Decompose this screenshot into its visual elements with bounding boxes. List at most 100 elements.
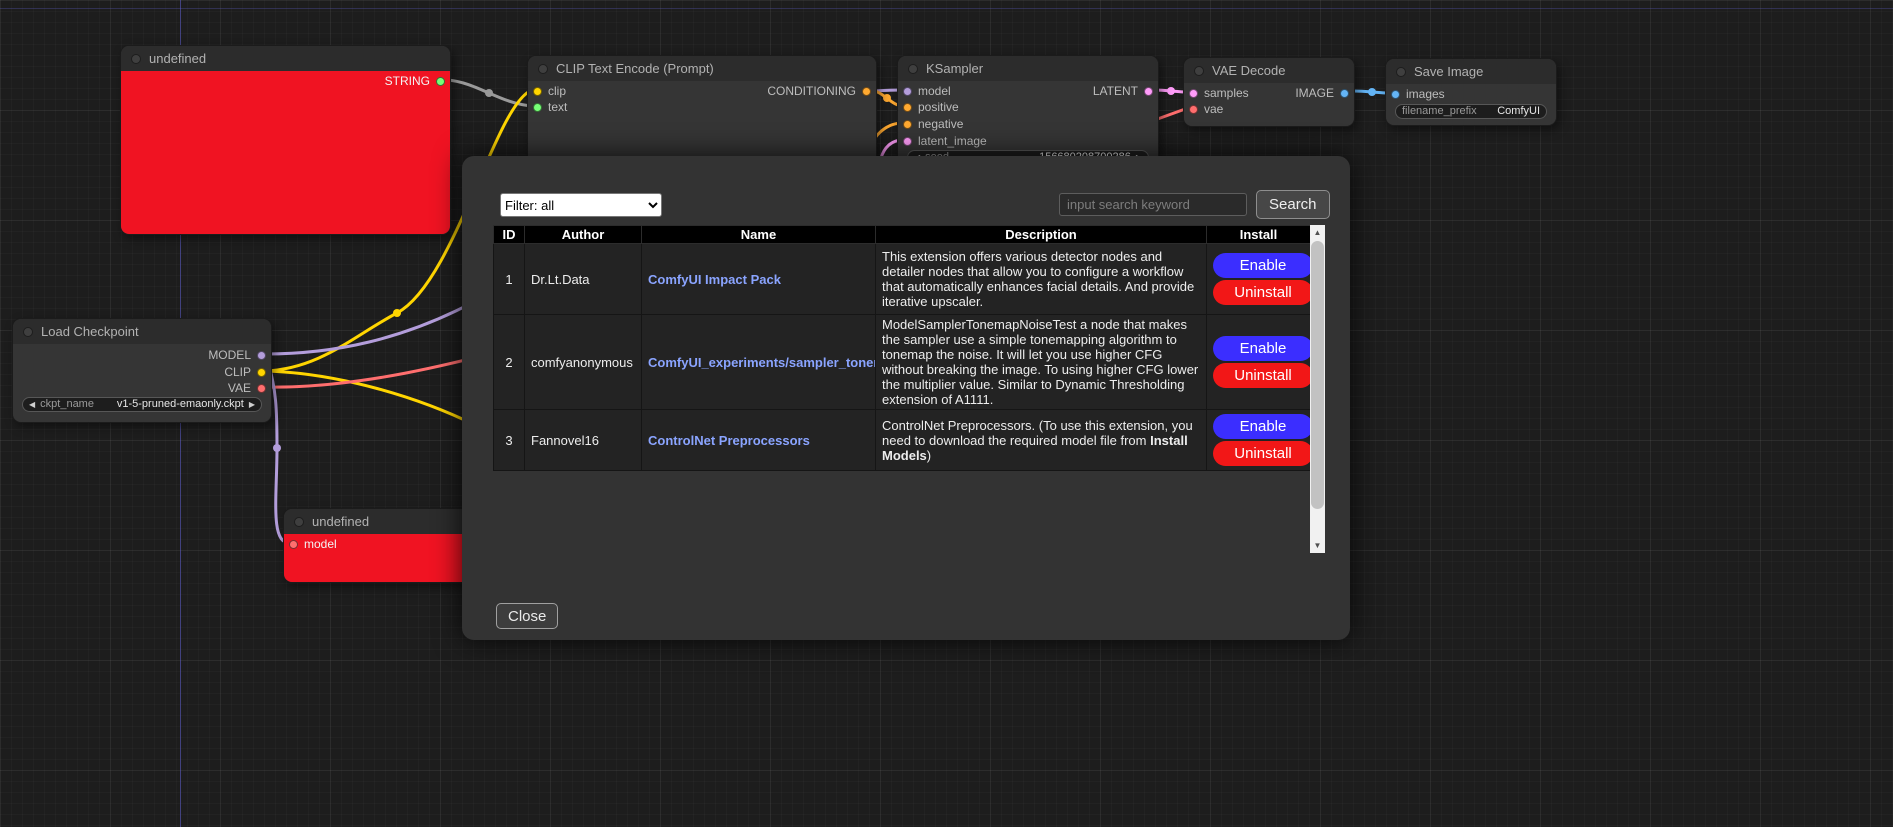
output-dot-conditioning[interactable] [862,87,871,96]
widget-label: filename_prefix [1402,105,1477,118]
node-collapse-dot[interactable] [131,54,141,64]
input-dot-negative[interactable] [903,120,912,129]
custom-nodes-table: ID Author Name Description Install 1 Dr.… [493,225,1311,471]
node-body [121,71,450,234]
node-save-image[interactable]: Save Image images filename_prefix ComfyU… [1385,58,1557,126]
ext-name-link[interactable]: ComfyUI Impact Pack [648,272,781,287]
ext-description: ControlNet Preprocessors. (To use this e… [876,410,1207,471]
node-collapse-dot[interactable] [1194,66,1204,76]
input-label: vae [1204,102,1223,116]
link-dot-latent [1167,87,1175,95]
prev-arrow-icon[interactable]: ◀ [29,398,35,411]
output-label: IMAGE [1295,86,1334,100]
node-title-text: CLIP Text Encode (Prompt) [556,61,714,76]
ext-author: Fannovel16 [525,410,642,471]
node-collapse-dot[interactable] [538,64,548,74]
input-label: images [1406,87,1445,101]
node-collapse-dot[interactable] [23,327,33,337]
ext-name-link[interactable]: ComfyUI_experiments/sampler_tonemap [648,355,876,370]
output-dot-vae[interactable] [257,384,266,393]
node-undefined-top[interactable]: undefined STRING [120,45,451,235]
input-label: negative [918,117,963,131]
output-dot-clip[interactable] [257,368,266,377]
scrollbar-thumb[interactable] [1311,241,1324,509]
ext-id: 3 [494,410,525,471]
output-dot-string[interactable] [436,77,445,86]
input-dot-text[interactable] [533,103,542,112]
output-dot-latent[interactable] [1144,87,1153,96]
node-collapse-dot[interactable] [908,64,918,74]
output-label: MODEL [208,348,251,362]
extension-row: 3 Fannovel16 ControlNet Preprocessors Co… [494,410,1311,471]
node-canvas[interactable]: undefined STRING CLIP Text Encode (Promp… [0,0,1893,827]
node-collapse-dot[interactable] [294,517,304,527]
output-label: VAE [228,381,251,395]
search-button[interactable]: Search [1256,190,1330,219]
output-label: CLIP [224,365,251,379]
link-wire-clip-second [265,371,475,425]
uninstall-button[interactable]: Uninstall [1213,280,1311,305]
input-dot-positive[interactable] [903,103,912,112]
filename-prefix-widget[interactable]: filename_prefix ComfyUI [1395,104,1547,119]
link-wire-string-to-text [447,80,533,106]
next-arrow-icon[interactable]: ▶ [249,398,255,411]
enable-button[interactable]: Enable [1213,253,1311,278]
input-dot-latent-image[interactable] [903,137,912,146]
link-dot-string [485,89,493,97]
close-button[interactable]: Close [496,603,558,629]
table-header-description: Description [876,226,1207,244]
input-label: text [548,100,567,114]
node-vae-decode[interactable]: VAE Decode samples vae IMAGE [1183,57,1355,127]
ext-description: This extension offers various detector n… [876,244,1207,315]
input-dot-vae[interactable] [1189,105,1198,114]
ext-description: ModelSamplerTonemapNoiseTest a node that… [876,315,1207,410]
node-title-text: VAE Decode [1212,63,1285,78]
ckpt-name-widget[interactable]: ◀ ckpt_name v1-5-pruned-emaonly.ckpt ▶ [22,397,262,412]
enable-button[interactable]: Enable [1213,336,1311,361]
table-header-row: ID Author Name Description Install [494,226,1311,244]
output-label: STRING [385,74,430,88]
node-title-text: Save Image [1414,64,1483,79]
table-scrollbar[interactable]: ▲ ▼ [1310,225,1325,553]
extension-row: 2 comfyanonymous ComfyUI_experiments/sam… [494,315,1311,410]
node-undefined-bottom[interactable]: undefined model [283,508,473,583]
table-header-name: Name [642,226,876,244]
filter-select[interactable]: Filter: all [500,193,662,217]
table-header-install: Install [1207,226,1311,244]
widget-value: v1-5-pruned-emaonly.ckpt [117,398,244,411]
output-label: LATENT [1093,84,1138,98]
ext-author: Dr.Lt.Data [525,244,642,315]
scroll-down-icon[interactable]: ▼ [1310,538,1325,553]
node-collapse-dot[interactable] [1396,67,1406,77]
node-title-text: KSampler [926,61,983,76]
ext-id: 2 [494,315,525,410]
extension-row: 1 Dr.Lt.Data ComfyUI Impact Pack This ex… [494,244,1311,315]
node-title-text: Load Checkpoint [41,324,139,339]
table-header-author: Author [525,226,642,244]
table-header-id: ID [494,226,525,244]
output-label: CONDITIONING [767,84,856,98]
input-dot-model[interactable] [289,540,298,549]
widget-label: ckpt_name [40,398,94,411]
uninstall-button[interactable]: Uninstall [1213,441,1311,466]
input-label: positive [918,100,959,114]
uninstall-button[interactable]: Uninstall [1213,363,1311,388]
custom-nodes-manager-dialog: Filter: all Search ID Author Name Descri… [462,156,1350,640]
node-load-checkpoint[interactable]: Load Checkpoint MODEL CLIP VAE ◀ ckpt_na… [12,318,272,423]
scroll-up-icon[interactable]: ▲ [1310,225,1325,240]
canvas-guide-line-horizontal [0,8,1893,9]
link-dot-clip [393,309,401,317]
output-dot-image[interactable] [1340,89,1349,98]
input-label: model [304,537,337,551]
enable-button[interactable]: Enable [1213,414,1311,439]
node-title-text: undefined [312,514,369,529]
ext-name-link[interactable]: ControlNet Preprocessors [648,433,810,448]
link-dot-model [273,444,281,452]
ext-author: comfyanonymous [525,315,642,410]
input-dot-images[interactable] [1391,90,1400,99]
link-dot-conditioning [883,94,891,102]
ext-id: 1 [494,244,525,315]
output-dot-model[interactable] [257,351,266,360]
input-label: latent_image [918,134,987,148]
search-input[interactable] [1059,193,1247,216]
